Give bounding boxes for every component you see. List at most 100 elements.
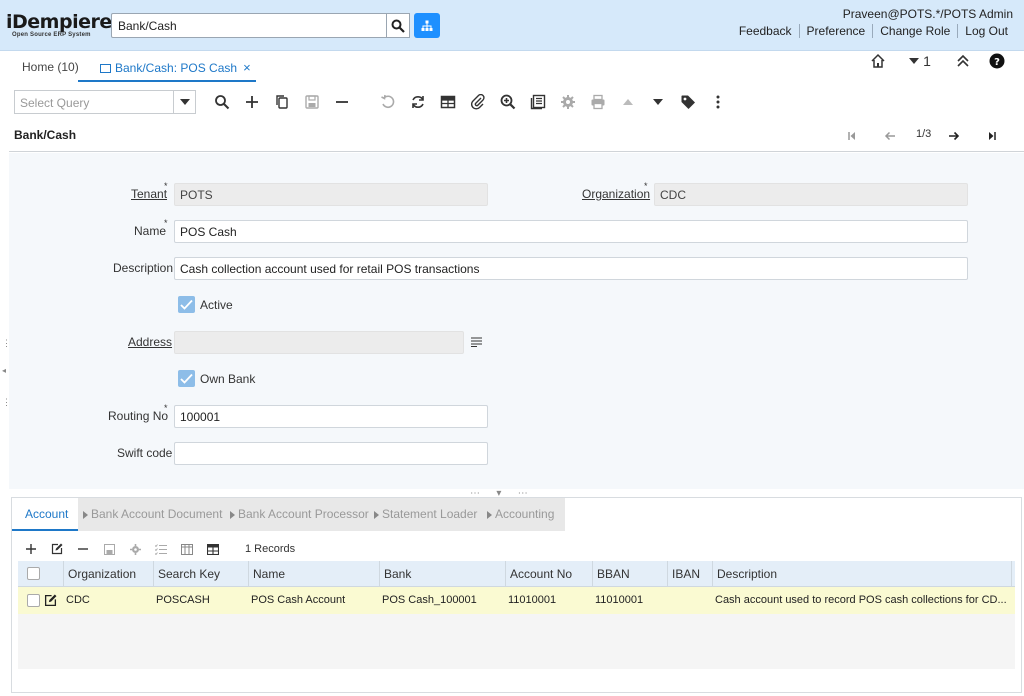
save-icon	[305, 95, 319, 109]
report-button[interactable]	[527, 91, 549, 113]
cell-name[interactable]: POS Cash Account	[247, 587, 378, 614]
collapse-left-icon[interactable]: ◂	[2, 366, 6, 375]
cell-account-no[interactable]: 11010001	[504, 587, 591, 614]
zoom-across-button[interactable]	[497, 91, 519, 113]
detail-grid-toggle-button[interactable]	[205, 541, 221, 557]
cell-bank[interactable]: POS Cash_100001	[378, 587, 505, 614]
tab-statement-loader[interactable]: Statement Loader	[374, 507, 477, 521]
organization-field[interactable]: CDC	[654, 183, 968, 206]
process-button[interactable]	[557, 91, 579, 113]
detail-process-button[interactable]	[127, 541, 143, 557]
cell-organization[interactable]: CDC	[62, 587, 152, 614]
attachment-button[interactable]	[467, 91, 489, 113]
more-options-button[interactable]	[707, 91, 729, 113]
tab-accounting[interactable]: Accounting	[487, 507, 554, 521]
address-label[interactable]: Address	[128, 335, 172, 349]
active-label[interactable]: Active	[200, 298, 233, 312]
first-record-button[interactable]	[844, 128, 860, 144]
logo-subtitle: Open Source ERP System	[12, 32, 91, 38]
global-search-input[interactable]: Bank/Cash	[111, 13, 387, 38]
find-button[interactable]	[211, 91, 233, 113]
swift-code-field[interactable]	[174, 442, 488, 465]
window-count-dropdown[interactable]: 1	[905, 51, 935, 71]
query-dropdown-button[interactable]	[174, 90, 196, 114]
column-header-name[interactable]: Name	[248, 561, 379, 587]
tab-account[interactable]: Account	[12, 498, 78, 531]
logout-link[interactable]: Log Out	[957, 24, 1015, 38]
detail-record-button[interactable]	[647, 91, 669, 113]
column-header-bank[interactable]: Bank	[379, 561, 506, 587]
sitemap-button[interactable]	[414, 13, 440, 38]
column-header-search-key[interactable]: Search Key	[153, 561, 249, 587]
cell-description[interactable]: Cash account used to record POS cash col…	[711, 587, 1011, 614]
detail-columns-button[interactable]	[179, 541, 195, 557]
detail-save-button[interactable]	[101, 541, 117, 557]
cell-bban[interactable]: 11010001	[591, 587, 667, 614]
description-field[interactable]: Cash collection account used for retail …	[174, 257, 968, 280]
collapse-up-icon[interactable]	[953, 51, 973, 71]
own-bank-label[interactable]: Own Bank	[200, 372, 255, 386]
caret-down-icon	[179, 99, 190, 105]
help-icon[interactable]: ?	[987, 51, 1007, 71]
active-checkbox[interactable]	[178, 296, 195, 313]
caret-up-icon	[623, 99, 633, 105]
column-header-account-no[interactable]: Account No	[505, 561, 592, 587]
tenant-label[interactable]: Tenant	[131, 187, 167, 201]
tab-bank-account-document-label: Bank Account Document	[91, 507, 223, 521]
save-button[interactable]	[301, 91, 323, 113]
zoom-in-icon	[500, 94, 516, 110]
query-select[interactable]: Select Query	[14, 90, 174, 114]
tenant-field[interactable]: POTS	[174, 183, 488, 206]
column-header-description[interactable]: Description	[712, 561, 1012, 587]
parent-record-button[interactable]	[617, 91, 639, 113]
page-title: Bank/Cash	[14, 128, 77, 142]
delete-button[interactable]	[331, 91, 353, 113]
feedback-link[interactable]: Feedback	[732, 24, 799, 38]
organization-label[interactable]: Organization	[582, 187, 650, 201]
account-grid: Organization Search Key Name Bank Accoun…	[18, 561, 1015, 669]
row-select-checkbox[interactable]	[27, 594, 40, 607]
detail-new-button[interactable]	[23, 541, 39, 557]
cell-iban[interactable]	[666, 587, 711, 614]
chevron-right-icon	[83, 510, 88, 519]
idempiere-logo[interactable]: iDempiere Open Source ERP System	[6, 12, 112, 38]
change-role-link[interactable]: Change Role	[872, 24, 957, 38]
next-record-button[interactable]	[946, 128, 962, 144]
detail-checklist-button[interactable]	[153, 541, 169, 557]
home-icon[interactable]	[868, 51, 888, 71]
name-field[interactable]: POS Cash	[174, 220, 968, 243]
close-icon[interactable]: ×	[243, 60, 251, 75]
edit-icon	[51, 543, 63, 555]
cell-search-key[interactable]: POSCASH	[152, 587, 248, 614]
previous-record-button[interactable]	[882, 128, 898, 144]
swift-code-label: Swift code	[117, 446, 173, 460]
column-header-bban[interactable]: BBAN	[592, 561, 668, 587]
new-record-button[interactable]	[241, 91, 263, 113]
table-row[interactable]: CDC POSCASH POS Cash Account POS Cash_10…	[18, 587, 1015, 614]
refresh-button[interactable]	[407, 91, 429, 113]
tab-home[interactable]: Home (10)	[22, 60, 79, 74]
search-button[interactable]	[386, 13, 410, 38]
tab-bank-account-document[interactable]: Bank Account Document	[83, 507, 222, 521]
copy-record-button[interactable]	[271, 91, 293, 113]
row-edit-button[interactable]	[44, 594, 57, 610]
column-header-organization[interactable]: Organization	[63, 561, 153, 587]
routing-no-field[interactable]: 100001	[174, 405, 488, 428]
gear-icon	[561, 95, 575, 109]
own-bank-checkbox[interactable]	[178, 370, 195, 387]
detail-edit-button[interactable]	[49, 541, 65, 557]
address-editor-button[interactable]	[471, 336, 482, 350]
address-field[interactable]	[174, 331, 464, 354]
column-header-iban[interactable]: IBAN	[667, 561, 712, 587]
last-record-button[interactable]	[984, 128, 1000, 144]
detail-delete-button[interactable]	[75, 541, 91, 557]
tab-bank-cash[interactable]: Bank/Cash: POS Cash ×	[100, 60, 251, 75]
grid-toggle-button[interactable]	[437, 91, 459, 113]
undo-button[interactable]	[377, 91, 399, 113]
user-info[interactable]: Praveen@POTS.*/POTS Admin	[843, 7, 1013, 21]
tab-bank-account-processor[interactable]: Bank Account Processor	[230, 507, 369, 521]
select-all-checkbox[interactable]	[27, 567, 40, 580]
preference-link[interactable]: Preference	[798, 24, 873, 38]
print-button[interactable]	[587, 91, 609, 113]
label-button[interactable]	[677, 91, 699, 113]
